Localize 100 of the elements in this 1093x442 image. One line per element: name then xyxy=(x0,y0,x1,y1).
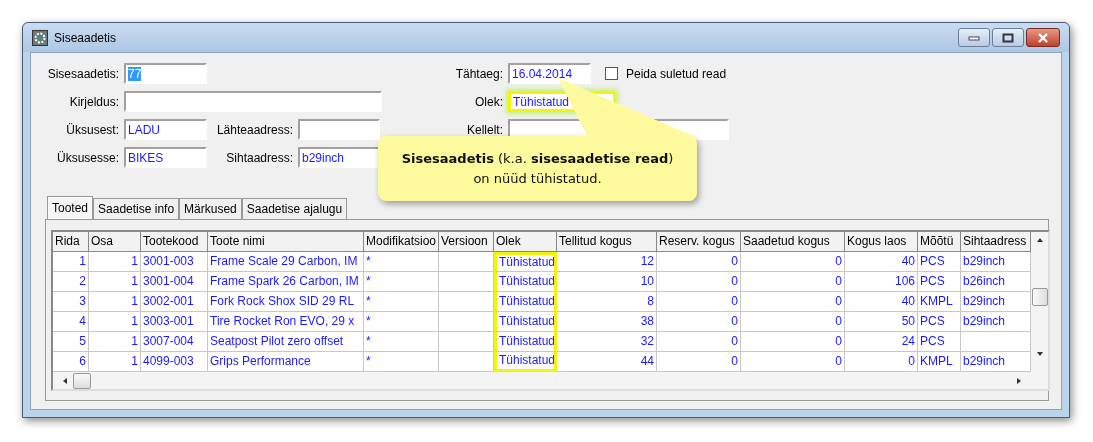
column-header[interactable]: Mõõtü xyxy=(918,232,961,252)
table-cell xyxy=(439,272,494,292)
table-cell xyxy=(439,292,494,312)
gear-icon xyxy=(32,29,48,46)
table-cell: 0 xyxy=(657,292,741,312)
horizontal-scrollbar[interactable] xyxy=(53,372,1031,389)
maximize-button[interactable] xyxy=(992,28,1024,47)
text-field[interactable]: BIKES xyxy=(124,147,207,168)
text-field[interactable]: 16.04.2014 xyxy=(508,63,591,84)
field-label: Lähteaadress: xyxy=(215,122,293,137)
table-cell: Tühistatud xyxy=(494,292,557,312)
table-cell: 6 xyxy=(53,352,89,372)
table-cell: PCS xyxy=(918,252,961,272)
table-cell: 2 xyxy=(53,272,89,292)
tab[interactable]: Saadetise info xyxy=(93,198,180,219)
table-cell: * xyxy=(364,332,439,352)
tab[interactable]: Märkused xyxy=(179,198,242,219)
tab[interactable]: Saadetise ajalugu xyxy=(241,198,348,219)
table-cell: * xyxy=(364,312,439,332)
table-cell: 1 xyxy=(89,292,141,312)
table-cell: 4 xyxy=(53,312,89,332)
table-cell: 10 xyxy=(557,272,657,292)
table-cell: 12 xyxy=(557,252,657,272)
table-cell: 5 xyxy=(53,332,89,352)
table-cell: * xyxy=(364,292,439,312)
text-field[interactable]: LADU xyxy=(124,119,207,140)
field-label: Sisesaadetis: xyxy=(46,66,119,81)
field-label: Üksusest: xyxy=(65,122,119,137)
table-cell: 3001-004 xyxy=(141,272,208,292)
table-cell: b26inch xyxy=(961,272,1031,292)
close-button[interactable] xyxy=(1026,28,1060,47)
column-header[interactable]: Rida xyxy=(53,232,89,252)
column-header[interactable]: Olek xyxy=(494,232,557,252)
table-cell: Tühistatud xyxy=(494,272,557,292)
table-cell: 1 xyxy=(89,272,141,292)
text-field[interactable] xyxy=(124,91,382,112)
field-label: Kellelt: xyxy=(465,122,503,137)
table-cell: 0 xyxy=(657,272,741,292)
table-cell: 0 xyxy=(741,252,845,272)
checkbox[interactable] xyxy=(605,67,618,80)
table-cell: KMPL xyxy=(918,292,961,312)
table-cell: 0 xyxy=(845,352,918,372)
table-cell: 0 xyxy=(741,352,845,372)
table-cell: 1 xyxy=(89,252,141,272)
text-field[interactable]: b29inch xyxy=(298,147,380,168)
column-header[interactable]: Modifikatsioo xyxy=(364,232,439,252)
window-title: Siseaadetis xyxy=(54,30,117,45)
vertical-scrollbar[interactable] xyxy=(1031,232,1048,389)
table-cell xyxy=(439,352,494,372)
table-cell: Frame Spark 26 Carbon, IM xyxy=(208,272,364,292)
column-header[interactable]: Kogus laos xyxy=(845,232,918,252)
field-label: Kirjeldus: xyxy=(68,94,119,109)
table-cell: 4099-003 xyxy=(141,352,208,372)
column-header[interactable]: Reserv. kogus xyxy=(657,232,741,252)
table-cell: 0 xyxy=(657,332,741,352)
table-cell: b29inch xyxy=(961,292,1031,312)
table-cell: 1 xyxy=(89,352,141,372)
table-cell: PCS xyxy=(918,272,961,292)
table-cell: 8 xyxy=(557,292,657,312)
table-cell: * xyxy=(364,252,439,272)
table-cell: 44 xyxy=(557,352,657,372)
table-cell: 1 xyxy=(89,312,141,332)
table-cell: 50 xyxy=(845,312,918,332)
field-label: Olek: xyxy=(474,94,503,109)
table-cell: 3002-001 xyxy=(141,292,208,312)
column-header[interactable]: Toote nimi xyxy=(208,232,364,252)
column-header[interactable]: Osa xyxy=(89,232,141,252)
table-cell: 0 xyxy=(741,312,845,332)
scrollbar-thumb[interactable] xyxy=(73,372,91,389)
close-icon xyxy=(1037,32,1049,43)
column-header[interactable]: Tootekood xyxy=(141,232,208,252)
scrollbar-thumb[interactable] xyxy=(1031,288,1048,306)
table-cell xyxy=(961,332,1031,352)
tab[interactable]: Tooted xyxy=(47,196,94,219)
table-cell: * xyxy=(364,352,439,372)
table-cell: b29inch xyxy=(961,352,1031,372)
table-cell: 24 xyxy=(845,332,918,352)
table-cell: 3003-001 xyxy=(141,312,208,332)
column-header[interactable]: Sihtaadress xyxy=(961,232,1031,252)
table-cell: 106 xyxy=(845,272,918,292)
table-cell: PCS xyxy=(918,312,961,332)
table-cell: 3007-004 xyxy=(141,332,208,352)
table-cell: Frame Scale 29 Carbon, IM xyxy=(208,252,364,272)
maximize-icon xyxy=(1002,32,1014,43)
column-header[interactable]: Tellitud kogus xyxy=(557,232,657,252)
table-cell: 38 xyxy=(557,312,657,332)
field-label: Üksusesse: xyxy=(55,150,119,165)
checkbox-label: Peida suletud read xyxy=(626,66,727,81)
table-cell: b29inch xyxy=(961,252,1031,272)
table-cell: 0 xyxy=(657,252,741,272)
table-cell: 40 xyxy=(845,292,918,312)
column-header[interactable]: Saadetud kogus xyxy=(741,232,845,252)
table-cell: 1 xyxy=(89,332,141,352)
table-cell: 0 xyxy=(657,352,741,372)
scroll-left-icon xyxy=(61,376,69,385)
table-cell xyxy=(439,252,494,272)
column-header[interactable]: Versioon xyxy=(439,232,494,252)
text-field[interactable] xyxy=(298,119,380,140)
table-cell: Tühistatud xyxy=(494,352,557,372)
scroll-up-icon xyxy=(1035,236,1044,244)
